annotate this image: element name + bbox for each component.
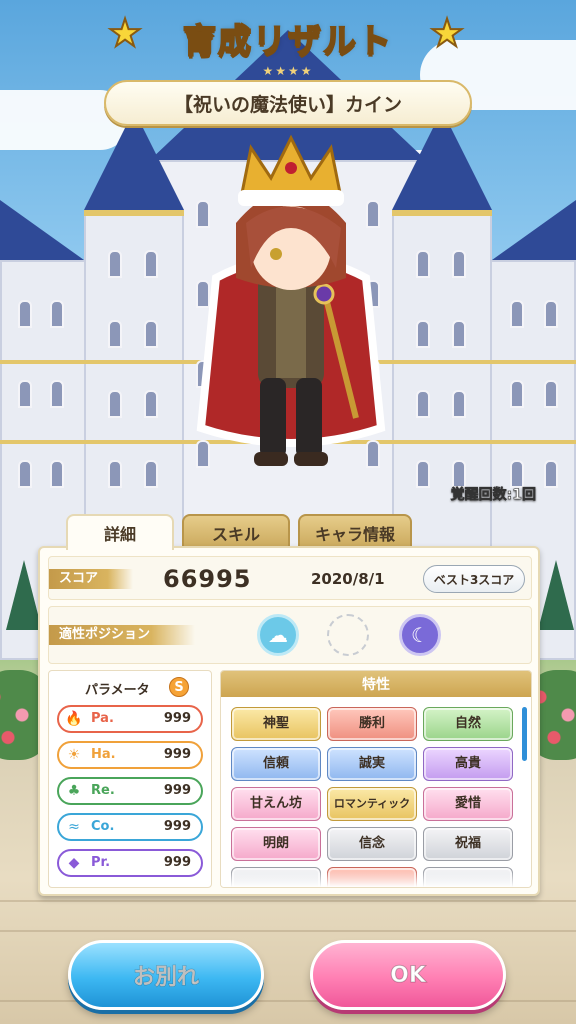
rarity-stars: ★★★★ bbox=[262, 64, 314, 78]
trait-chip[interactable]: 神聖 bbox=[231, 707, 321, 741]
title-banner: 育成リザルト bbox=[0, 8, 576, 68]
param-name: Pr. bbox=[91, 855, 111, 870]
trait-chip[interactable]: 信頼 bbox=[231, 747, 321, 781]
position-label: 適性ポジション bbox=[49, 625, 195, 645]
page-title: 育成リザルト bbox=[182, 20, 393, 61]
traits-box: 特性 神聖 勝利 自然 信頼 誠実 高貴 甘えん坊 ロマンティック 愛惜 明朗 … bbox=[220, 670, 532, 888]
tab-label: 詳細 bbox=[103, 525, 136, 544]
score-date: 2020/8/1 bbox=[311, 570, 385, 588]
wave-icon: ≈ bbox=[68, 819, 80, 835]
trait-chip[interactable]: 勝利 bbox=[327, 707, 417, 741]
param-value: 999 bbox=[163, 711, 191, 726]
score-value: 66995 bbox=[163, 565, 252, 593]
best-3-score-button[interactable]: ベスト3スコア bbox=[423, 565, 525, 593]
trait-chip[interactable]: 誠実 bbox=[327, 747, 417, 781]
trait-chip[interactable]: 愛惜 bbox=[423, 787, 513, 821]
tab-character-info[interactable]: キャラ情報 bbox=[298, 514, 412, 550]
param-name: Co. bbox=[91, 819, 115, 834]
fire-icon: 🔥 bbox=[65, 711, 83, 727]
character-name: 【祝いの魔法使い】カイン bbox=[173, 93, 402, 116]
sun-icon: ☀ bbox=[67, 747, 81, 763]
gem-icon: ◆ bbox=[68, 855, 80, 871]
parameter-box: パラメータ S 🔥 Pa. 999 ☀ Ha. 999 ♣ Re. 999 ≈ … bbox=[48, 670, 212, 888]
rank-badge: S bbox=[169, 677, 189, 697]
farewell-button[interactable]: お別れ bbox=[68, 940, 264, 1010]
scroll-fade bbox=[221, 871, 531, 887]
trait-chip[interactable]: 明朗 bbox=[231, 827, 321, 861]
param-name: Pa. bbox=[91, 711, 114, 726]
traits-scrollbar[interactable] bbox=[522, 707, 527, 761]
param-value: 999 bbox=[163, 855, 191, 870]
trait-chip[interactable]: 祝福 bbox=[423, 827, 513, 861]
character-sprite bbox=[196, 134, 386, 466]
param-value: 999 bbox=[163, 747, 191, 762]
score-label: スコア bbox=[49, 569, 133, 589]
trait-chip[interactable]: 自然 bbox=[423, 707, 513, 741]
param-happy: ☀ Ha. 999 bbox=[57, 741, 203, 769]
details-panel: スコア 66995 2020/8/1 ベスト3スコア 適性ポジション ☁ ☾ パ… bbox=[38, 546, 540, 896]
trait-chip[interactable]: 高貴 bbox=[423, 747, 513, 781]
awakening-count: 覚醒回数:1回 bbox=[450, 487, 536, 504]
trait-chip[interactable]: 甘えん坊 bbox=[231, 787, 321, 821]
character-name-bar: 【祝いの魔法使い】カイン bbox=[104, 80, 472, 126]
ok-button[interactable]: OK bbox=[310, 940, 506, 1010]
tab-details[interactable]: 詳細 bbox=[66, 514, 174, 550]
param-pride: ◆ Pr. 999 bbox=[57, 849, 203, 877]
traits-title: 特性 bbox=[221, 671, 531, 697]
param-value: 999 bbox=[163, 819, 191, 834]
clover-icon: ♣ bbox=[67, 783, 81, 799]
param-value: 999 bbox=[163, 783, 191, 798]
param-name: Ha. bbox=[91, 747, 116, 762]
parameter-title: パラメータ bbox=[85, 683, 150, 698]
param-name: Re. bbox=[91, 783, 115, 798]
position-row: 適性ポジション ☁ ☾ bbox=[48, 606, 532, 664]
empty-slot-icon bbox=[327, 614, 369, 656]
trait-chip[interactable]: 信念 bbox=[327, 827, 417, 861]
moon-icon: ☾ bbox=[399, 614, 441, 656]
param-relax: ♣ Re. 999 bbox=[57, 777, 203, 805]
trait-chip[interactable]: ロマンティック bbox=[327, 787, 417, 821]
tree bbox=[538, 560, 574, 630]
score-row: スコア 66995 2020/8/1 ベスト3スコア bbox=[48, 556, 532, 600]
tab-skills[interactable]: スキル bbox=[182, 514, 290, 550]
param-passion: 🔥 Pa. 999 bbox=[57, 705, 203, 733]
param-cool: ≈ Co. 999 bbox=[57, 813, 203, 841]
tab-label: キャラ情報 bbox=[314, 525, 395, 544]
tab-label: スキル bbox=[211, 525, 260, 544]
tree bbox=[6, 560, 42, 630]
cloud-icon: ☁ bbox=[257, 614, 299, 656]
